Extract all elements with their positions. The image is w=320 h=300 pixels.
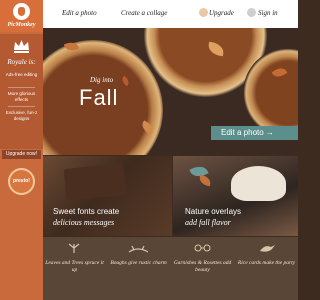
hero-subtitle: Dig into bbox=[90, 76, 114, 84]
royale-title: Royale is: bbox=[7, 58, 36, 66]
crown-icon bbox=[199, 8, 208, 17]
crown-icon bbox=[14, 40, 29, 53]
divider bbox=[8, 87, 35, 88]
garnishes-feature-text: Garnishes & Rosettes add beauty bbox=[173, 260, 232, 273]
edit-photo-cta-button[interactable]: Edit a photo → bbox=[211, 126, 298, 140]
tile-fonts-line2: delicious messages bbox=[53, 218, 115, 227]
perk-effects: More glorious effects bbox=[7, 91, 36, 102]
nav-create-collage[interactable]: Create a collage bbox=[121, 9, 167, 17]
tile-overlays-line2: add fall flavor bbox=[185, 218, 231, 227]
leaves-feature-text: Leaves and Trees spruce it up bbox=[45, 260, 104, 273]
fonts-promo-tile[interactable]: Sweet fonts create delicious messages bbox=[43, 156, 172, 236]
brand-name: PicMonkey bbox=[7, 22, 36, 28]
user-icon bbox=[247, 8, 256, 17]
bird-icon bbox=[260, 245, 275, 252]
boughs-feature[interactable]: Boughs give rustic charm bbox=[107, 237, 170, 300]
perk-designs: Exclusive, fun-z designs bbox=[5, 110, 38, 121]
nav-edit-photo[interactable]: Edit a photo bbox=[62, 9, 97, 17]
garnishes-feature[interactable]: Garnishes & Rosettes add beauty bbox=[171, 237, 234, 300]
monkey-logo-icon bbox=[13, 3, 30, 20]
top-nav: Edit a photo Create a collage Upgrade Si… bbox=[43, 0, 298, 28]
brownie-image bbox=[63, 162, 127, 202]
perk-ads-free: Ads-free editing bbox=[5, 72, 38, 77]
leaves-feature[interactable]: Leaves and Trees spruce it up bbox=[43, 237, 106, 300]
nav-upgrade[interactable]: Upgrade bbox=[209, 9, 234, 17]
hero-banner: Dig into Fall Edit a photo → bbox=[43, 28, 298, 155]
cupcake-image bbox=[231, 166, 286, 201]
royale-promo: Royale is: Ads-free editing More gloriou… bbox=[0, 34, 43, 149]
feature-strip: Leaves and Trees spruce it up Boughs giv… bbox=[43, 237, 298, 300]
cards-feature-text: Rice cards make the party bbox=[237, 260, 296, 266]
sidebar: PicMonkey Royale is: Ads-free editing Mo… bbox=[0, 0, 43, 300]
nav-sign-in[interactable]: Sign in bbox=[258, 9, 278, 17]
garnish-icon bbox=[194, 244, 211, 252]
tile-fonts-line1: Sweet fonts create bbox=[53, 207, 120, 216]
boughs-feature-text: Boughs give rustic charm bbox=[110, 260, 167, 266]
divider bbox=[8, 106, 35, 107]
leaves-icon bbox=[68, 243, 80, 253]
hero-title: Fall bbox=[79, 85, 119, 110]
presto-badge[interactable]: presto! bbox=[8, 168, 35, 195]
overlays-promo-tile[interactable]: Nature overlays add fall flavor bbox=[173, 156, 298, 236]
upgrade-now-button[interactable]: Upgrade now! bbox=[2, 150, 41, 159]
logo[interactable]: PicMonkey bbox=[0, 0, 43, 32]
branches-icon bbox=[128, 245, 149, 253]
tile-overlays-line1: Nature overlays bbox=[185, 207, 242, 216]
cards-feature[interactable]: Rice cards make the party bbox=[235, 237, 298, 300]
